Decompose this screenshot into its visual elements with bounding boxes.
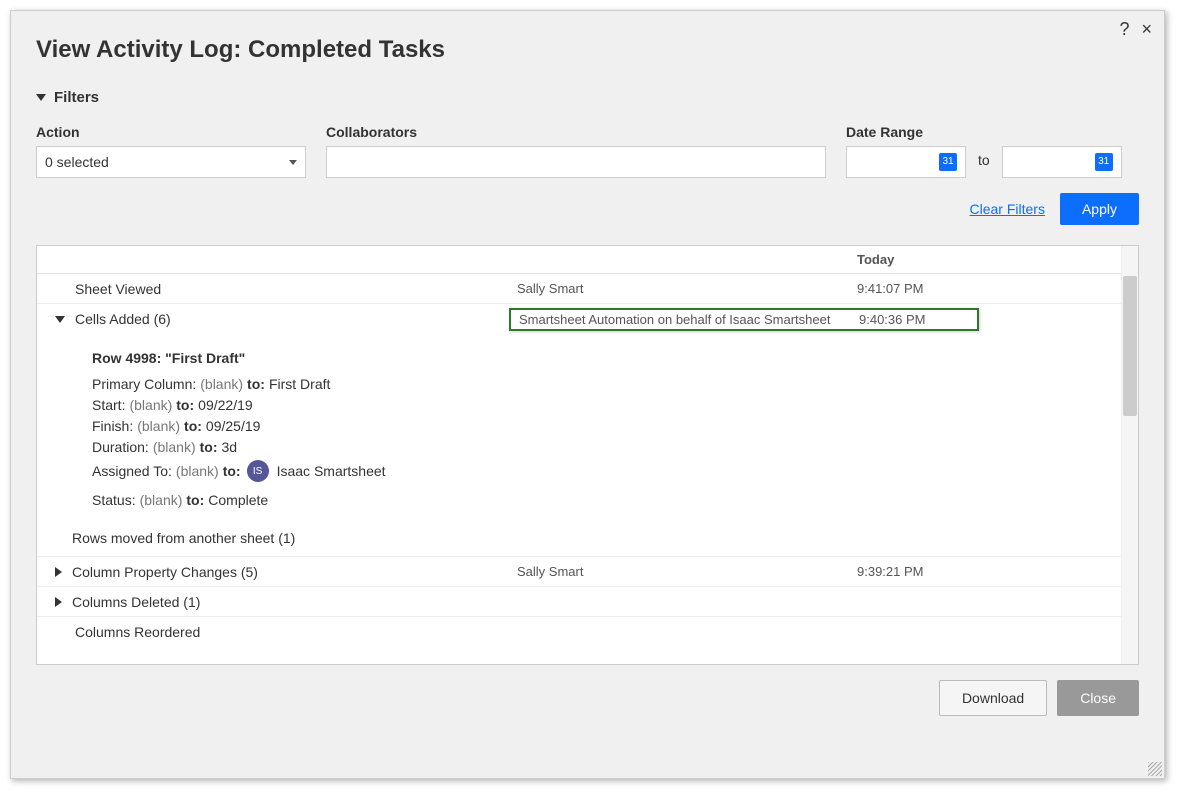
detail-change: Start: (blank) to: 09/22/19 bbox=[92, 397, 1128, 413]
date-from-input[interactable]: 31 bbox=[846, 146, 966, 178]
download-button[interactable]: Download bbox=[939, 680, 1047, 716]
detail-change: Duration: (blank) to: 3d bbox=[92, 439, 1128, 455]
log-row[interactable]: Columns Deleted (1) bbox=[37, 587, 1138, 617]
log-collab: Sally Smart bbox=[517, 564, 857, 579]
caret-down-icon bbox=[55, 316, 65, 323]
filter-actions: Clear Filters Apply bbox=[36, 193, 1139, 225]
activity-log-panel: Today Sheet Viewed Sally Smart 9:41:07 P… bbox=[36, 245, 1139, 665]
log-details: Row 4998: "First Draft" Primary Column: … bbox=[37, 334, 1138, 557]
daterange-label: Date Range bbox=[846, 124, 1122, 140]
scrollbar-thumb[interactable] bbox=[1123, 276, 1137, 416]
log-action: Cells Added (6) bbox=[75, 311, 171, 327]
log-action: Column Property Changes (5) bbox=[72, 564, 258, 580]
avatar-icon: IS bbox=[247, 460, 269, 482]
action-filter-group: Action 0 selected bbox=[36, 124, 306, 178]
close-icon[interactable]: × bbox=[1141, 19, 1152, 40]
log-row[interactable]: Cells Added (6) Smartsheet Automation on… bbox=[37, 304, 1138, 334]
calendar-icon: 31 bbox=[939, 153, 957, 171]
action-dropdown[interactable]: 0 selected bbox=[36, 146, 306, 178]
log-header: Today bbox=[37, 246, 1138, 274]
collaborators-label: Collaborators bbox=[326, 124, 826, 140]
action-label: Action bbox=[36, 124, 306, 140]
detail-change: Status: (blank) to: Complete bbox=[92, 492, 1128, 508]
log-row[interactable]: Column Property Changes (5) Sally Smart … bbox=[37, 557, 1138, 587]
activity-log-dialog: ? × View Activity Log: Completed Tasks F… bbox=[10, 10, 1165, 779]
log-time: 9:40:36 PM bbox=[859, 312, 969, 327]
date-header: Today bbox=[857, 252, 1057, 267]
log-action: Sheet Viewed bbox=[47, 281, 517, 297]
highlighted-annotation: Smartsheet Automation on behalf of Isaac… bbox=[509, 308, 979, 331]
daterange-to-label: to bbox=[974, 152, 994, 168]
log-time: 9:41:07 PM bbox=[857, 281, 1057, 296]
dropdown-caret-icon bbox=[289, 160, 297, 165]
dialog-title: View Activity Log: Completed Tasks bbox=[36, 36, 1139, 64]
log-collab: Smartsheet Automation on behalf of Isaac… bbox=[519, 312, 859, 327]
scrollbar-track[interactable] bbox=[1121, 246, 1138, 664]
filter-row: Action 0 selected Collaborators Date Ran… bbox=[36, 124, 1139, 178]
dialog-footer: Download Close bbox=[36, 680, 1139, 716]
dialog-corner-controls: ? × bbox=[1119, 19, 1152, 40]
caret-down-icon bbox=[36, 94, 46, 101]
detail-change: Assigned To: (blank) to: IS Isaac Smarts… bbox=[92, 460, 1128, 482]
daterange-filter-group: Date Range 31 to 31 bbox=[846, 124, 1122, 178]
date-to-input[interactable]: 31 bbox=[1002, 146, 1122, 178]
log-row[interactable]: Sheet Viewed Sally Smart 9:41:07 PM bbox=[37, 274, 1138, 304]
detail-change: Finish: (blank) to: 09/25/19 bbox=[92, 418, 1128, 434]
log-row[interactable]: Columns Reordered bbox=[37, 617, 1138, 647]
close-button[interactable]: Close bbox=[1057, 680, 1139, 716]
detail-subline: Rows moved from another sheet (1) bbox=[72, 530, 1128, 546]
detail-title: Row 4998: "First Draft" bbox=[92, 350, 1128, 366]
filters-label: Filters bbox=[54, 89, 99, 106]
help-icon[interactable]: ? bbox=[1119, 19, 1129, 40]
collaborators-filter-group: Collaborators bbox=[326, 124, 826, 178]
collaborators-input[interactable] bbox=[326, 146, 826, 178]
log-action: Columns Deleted (1) bbox=[72, 594, 200, 610]
caret-right-icon bbox=[55, 567, 62, 577]
action-selected: 0 selected bbox=[45, 154, 109, 170]
resize-handle[interactable] bbox=[1148, 762, 1162, 776]
detail-change: Primary Column: (blank) to: First Draft bbox=[92, 376, 1128, 392]
log-collab: Sally Smart bbox=[517, 281, 857, 296]
filters-toggle[interactable]: Filters bbox=[36, 89, 1139, 106]
log-time: 9:39:21 PM bbox=[857, 564, 1057, 579]
calendar-icon: 31 bbox=[1095, 153, 1113, 171]
log-action: Columns Reordered bbox=[47, 624, 517, 640]
caret-right-icon bbox=[55, 597, 62, 607]
apply-button[interactable]: Apply bbox=[1060, 193, 1139, 225]
clear-filters-link[interactable]: Clear Filters bbox=[970, 201, 1045, 217]
